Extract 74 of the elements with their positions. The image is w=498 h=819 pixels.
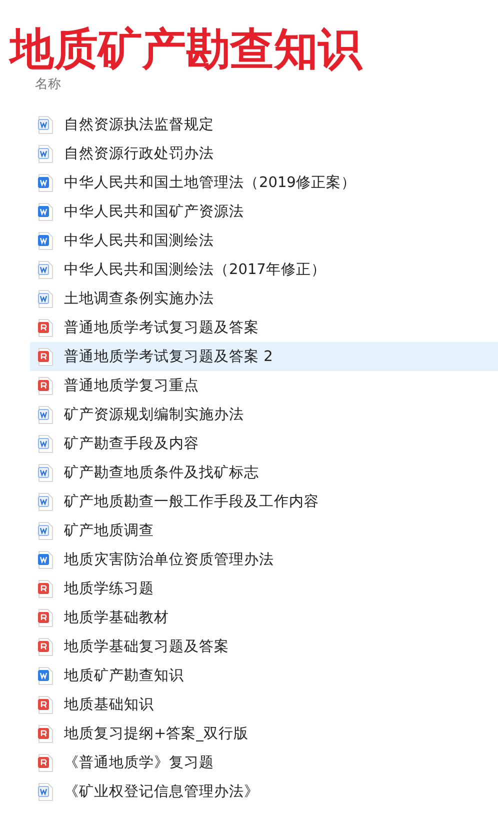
word-file-icon <box>38 550 53 568</box>
file-row[interactable]: 《矿业权登记信息管理办法》 <box>30 777 498 806</box>
file-name: 普通地质学考试复习题及答案 2 <box>64 348 273 366</box>
file-name: 中华人民共和国测绘法 <box>64 232 214 250</box>
word-file-icon <box>38 144 53 162</box>
file-row[interactable]: 中华人民共和国测绘法（2017年修正） <box>30 255 498 284</box>
word-file-icon <box>38 202 53 220</box>
file-row[interactable]: 矿产资源规划编制实施办法 <box>30 400 498 429</box>
file-row[interactable]: 地质学练习题 <box>30 574 498 603</box>
file-name: 地质矿产勘查知识 <box>64 666 184 685</box>
pdf-file-icon <box>38 318 53 336</box>
file-row[interactable]: 中华人民共和国测绘法 <box>30 226 498 255</box>
file-name: 中华人民共和国测绘法（2017年修正） <box>64 261 326 279</box>
word-file-icon <box>38 260 53 278</box>
file-row[interactable]: 自然资源执法监督规定 <box>30 110 498 139</box>
word-file-icon <box>38 434 53 452</box>
word-file-icon <box>38 464 53 482</box>
file-name: 矿产勘查地质条件及找矿标志 <box>64 464 259 482</box>
pdf-file-icon <box>38 608 53 626</box>
pdf-file-icon <box>38 754 53 772</box>
word-file-icon <box>38 174 53 192</box>
file-name: 地质学练习题 <box>64 580 154 598</box>
file-name: 土地调查条例实施办法 <box>64 290 214 308</box>
file-row[interactable]: 矿产勘查地质条件及找矿标志 <box>30 458 498 487</box>
file-row[interactable]: 自然资源行政处罚办法 <box>30 139 498 168</box>
file-row[interactable]: 矿产勘查手段及内容 <box>30 429 498 458</box>
file-row[interactable]: 地质复习提纲+答案_双行版 <box>30 719 498 748</box>
word-file-icon <box>38 666 53 684</box>
pdf-file-icon <box>38 580 53 598</box>
file-name: 地质基础知识 <box>64 696 154 714</box>
file-row[interactable]: 矿产地质勘查一般工作手段及工作内容 <box>30 487 498 516</box>
pdf-file-icon <box>38 348 53 366</box>
file-row[interactable]: 地质学基础复习题及答案 <box>30 632 498 661</box>
word-file-icon <box>38 492 53 510</box>
word-file-icon <box>38 782 53 800</box>
page-title: 地质矿产勘查知识 <box>10 24 362 76</box>
pdf-file-icon <box>38 696 53 714</box>
file-name: 地质学基础复习题及答案 <box>64 638 229 656</box>
file-name: 《普通地质学》复习题 <box>64 754 214 772</box>
file-name: 《矿业权登记信息管理办法》 <box>64 782 259 801</box>
file-name: 矿产地质勘查一般工作手段及工作内容 <box>64 492 319 511</box>
file-name: 矿产资源规划编制实施办法 <box>64 406 244 424</box>
pdf-file-icon <box>38 376 53 394</box>
file-row[interactable]: 地质学基础教材 <box>30 603 498 632</box>
file-row[interactable]: 普通地质学考试复习题及答案 2 <box>30 342 498 371</box>
file-name: 矿产地质调查 <box>64 522 154 540</box>
file-row[interactable]: 地质灾害防治单位资质管理办法 <box>30 545 498 574</box>
word-file-icon <box>38 522 53 540</box>
file-row[interactable]: 地质基础知识 <box>30 690 498 719</box>
file-name: 地质灾害防治单位资质管理办法 <box>64 550 274 569</box>
file-name: 中华人民共和国土地管理法（2019修正案） <box>64 174 356 192</box>
word-file-icon <box>38 232 53 250</box>
file-row[interactable]: 中华人民共和国矿产资源法 <box>30 197 498 226</box>
file-name: 普通地质学考试复习题及答案 <box>64 318 259 337</box>
file-name: 自然资源执法监督规定 <box>64 116 214 134</box>
word-file-icon <box>38 116 53 134</box>
file-name: 矿产勘查手段及内容 <box>64 434 199 453</box>
column-header[interactable]: 名称 <box>35 76 61 94</box>
pdf-file-icon <box>38 724 53 742</box>
word-file-icon <box>38 290 53 308</box>
pdf-file-icon <box>38 638 53 656</box>
file-row[interactable]: 《普通地质学》复习题 <box>30 748 498 777</box>
file-name: 自然资源行政处罚办法 <box>64 145 214 163</box>
file-name: 中华人民共和国矿产资源法 <box>64 202 244 221</box>
file-row[interactable]: 普通地质学复习重点 <box>30 371 498 400</box>
file-name: 普通地质学复习重点 <box>64 376 199 395</box>
file-row[interactable]: 土地调查条例实施办法 <box>30 284 498 313</box>
file-row[interactable]: 中华人民共和国土地管理法（2019修正案） <box>30 168 498 197</box>
word-file-icon <box>38 406 53 424</box>
file-name: 地质学基础教材 <box>64 609 169 627</box>
file-row[interactable]: 普通地质学考试复习题及答案 <box>30 313 498 342</box>
file-name: 地质复习提纲+答案_双行版 <box>64 724 248 743</box>
file-row[interactable]: 矿产地质调查 <box>30 516 498 545</box>
file-row[interactable]: 地质矿产勘查知识 <box>30 661 498 690</box>
